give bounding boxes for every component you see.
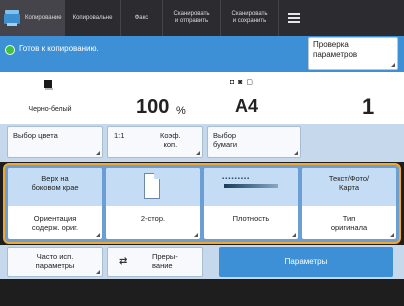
- tab-fax-label: Факс: [134, 14, 149, 21]
- density-label: Плотность: [232, 214, 270, 223]
- interrupt-icon: ⇄: [119, 256, 128, 267]
- frequently-used-settings-button[interactable]: Часто исп. параметры: [7, 247, 103, 277]
- orientation-setting[interactable]: Верх на боковом крае Ориентация содерж. ор…: [8, 168, 102, 239]
- duplex-setting[interactable]: 2-стор.: [106, 168, 200, 239]
- check-settings-button[interactable]: Проверка параметров: [308, 37, 398, 70]
- interrupt-button[interactable]: ⇄ Преры-вание: [107, 247, 203, 277]
- zoom-display: 100 %: [100, 72, 200, 124]
- original-type-setting[interactable]: Текст/Фото/Карта Тип оригинала: [302, 168, 396, 239]
- orientation-label: Ориентация содерж. ориг.: [31, 214, 79, 232]
- status-message: Готов к копированию.: [19, 44, 99, 53]
- select-color-button[interactable]: Выбор цвета: [7, 126, 103, 158]
- corner-arrow-icon: [391, 63, 395, 67]
- paper-display: ◘ ◙ ▢ A4: [200, 72, 300, 124]
- copier-icon: [4, 10, 22, 26]
- paper-size: A4: [235, 96, 259, 116]
- function-tab-bar: Копирование Копировальне Факс Сканироват…: [0, 0, 404, 36]
- tab-copy-label: Копирование: [25, 14, 62, 21]
- tab-copy[interactable]: Копирование: [0, 0, 65, 36]
- density-icon-area: ▪▪▪▪▪▪▪▪▪: [204, 168, 298, 206]
- corner-arrow-icon: [390, 233, 394, 237]
- tab-favorites-label: Копировальне: [72, 14, 113, 21]
- duplex-label: 2-стор.: [140, 214, 166, 223]
- density-scale-icon: ▪▪▪▪▪▪▪▪▪: [222, 176, 251, 182]
- two-sided-document-icon: [144, 173, 160, 199]
- tab-fax[interactable]: Факс: [121, 0, 163, 36]
- zoom-value: 100: [136, 96, 170, 118]
- tab-favorites[interactable]: Копировальне: [65, 0, 121, 36]
- interrupt-label: Преры-вание: [152, 252, 178, 270]
- color-mode-label: Черно-белый: [28, 106, 72, 113]
- corner-arrow-icon: [292, 233, 296, 237]
- corner-arrow-icon: [194, 233, 198, 237]
- density-gradient-icon: [224, 184, 278, 188]
- orientation-current: Верх на боковом крае: [8, 168, 102, 206]
- ready-indicator-icon: [5, 45, 15, 55]
- ratio-label: Коэф. коп.: [160, 131, 181, 149]
- ratio-value: 1:1: [114, 131, 125, 140]
- copies-display: 1: [300, 72, 404, 124]
- tab-scan-send-label: Сканировать и отправить: [173, 11, 210, 24]
- corner-arrow-icon: [294, 151, 298, 155]
- tab-scan-save-label: Сканировать и сохранить: [231, 11, 268, 24]
- tab-scan-save[interactable]: Сканировать и сохранить: [221, 0, 279, 36]
- settings-summary-panel: Черно-белый 100 % ◘ ◙ ▢ A4 1: [0, 72, 404, 124]
- menu-button[interactable]: [279, 0, 309, 36]
- color-mode-display: Черно-белый: [0, 72, 100, 124]
- hamburger-icon: [288, 13, 300, 23]
- original-type-current: Текст/Фото/Карта: [302, 168, 396, 206]
- corner-arrow-icon: [96, 233, 100, 237]
- copies-count: 1: [362, 94, 375, 119]
- options-button[interactable]: Параметры: [219, 247, 393, 277]
- select-paper-button[interactable]: Выбор бумаги: [207, 126, 301, 158]
- zoom-unit: %: [176, 105, 186, 117]
- original-type-label: Тип оригинала: [330, 214, 368, 232]
- copy-ratio-button[interactable]: 1:1 Коэф. коп.: [107, 126, 203, 158]
- tab-scan-send[interactable]: Сканировать и отправить: [163, 0, 221, 36]
- bottom-bezel: [0, 279, 404, 306]
- corner-arrow-icon: [196, 151, 200, 155]
- density-setting[interactable]: ▪▪▪▪▪▪▪▪▪ Плотность: [204, 168, 298, 239]
- duplex-icon-area: [106, 168, 200, 206]
- corner-arrow-icon: [96, 151, 100, 155]
- black-white-icon: [44, 80, 52, 88]
- paper-tray-icons: ◘ ◙ ▢: [230, 79, 254, 86]
- corner-arrow-icon: [96, 270, 100, 274]
